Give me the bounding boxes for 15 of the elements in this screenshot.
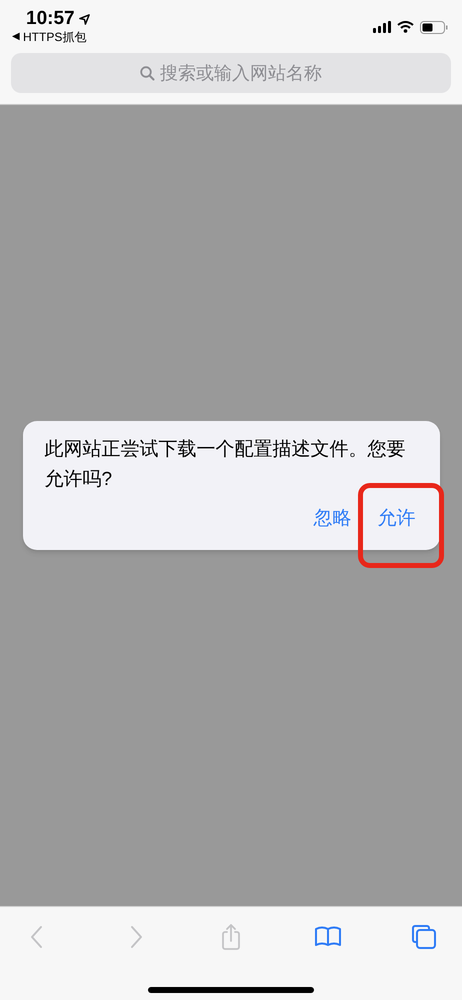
battery-icon	[420, 20, 448, 34]
location-arrow-icon	[78, 14, 90, 24]
back-to-app-link[interactable]: ◀ HTTPS抓包	[12, 30, 90, 44]
dialog-button[interactable]: 忽略	[308, 503, 358, 536]
tabs-icon[interactable]	[410, 923, 438, 951]
signal-icon	[373, 21, 391, 33]
dialog-button[interactable]: 允许	[372, 503, 422, 536]
clock-time: 10:57	[26, 8, 75, 30]
search-icon	[140, 66, 155, 80]
back-app-name: HTTPS抓包	[23, 30, 86, 44]
wifi-icon	[397, 21, 414, 33]
alert-message: 此网站正尝试下载一个配置描述文件。您要允许吗?	[44, 438, 406, 492]
back-arrow: ◀	[12, 30, 20, 44]
address-placeholder: 搜索或输入网站名称	[160, 62, 322, 84]
address-field[interactable]: 搜索或输入网站名称	[11, 53, 451, 93]
